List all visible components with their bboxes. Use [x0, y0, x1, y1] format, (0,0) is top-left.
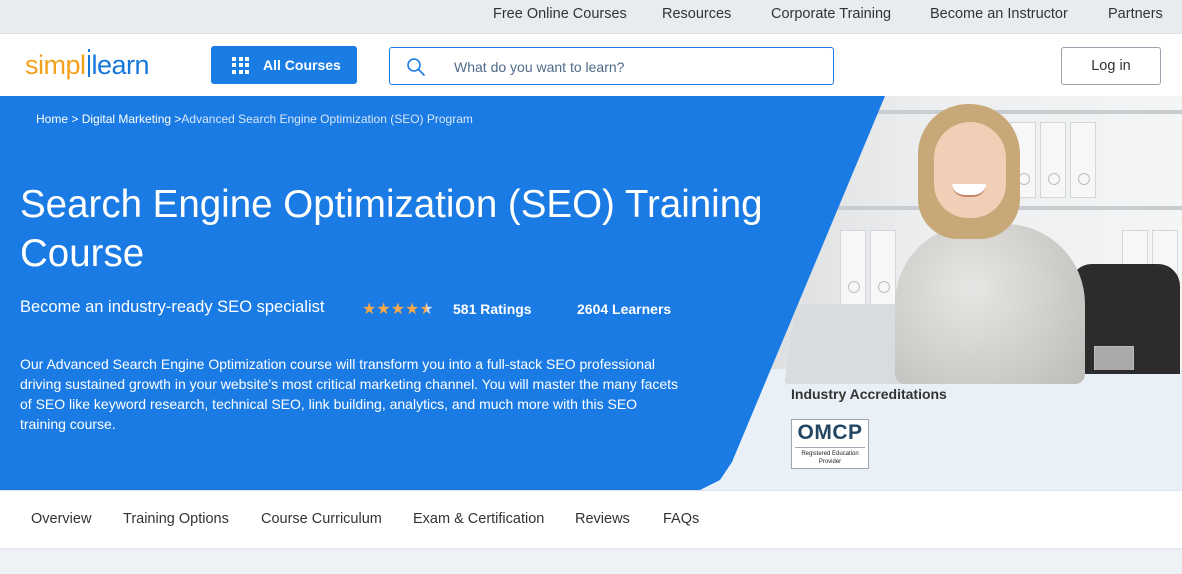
- star-icon: ★: [405, 301, 420, 318]
- omcp-badge: OMCP Registered Education Provider: [791, 419, 869, 469]
- ratings-count: 581 Ratings: [453, 301, 532, 317]
- topbar-link-become-an-instructor[interactable]: Become an Instructor: [930, 6, 1068, 22]
- simplilearn-logo[interactable]: simpl learn: [25, 48, 150, 82]
- course-hero: Home > Digital Marketing >Advanced Searc…: [0, 96, 1182, 490]
- star-icon: ★: [390, 301, 406, 318]
- topbar-link-partners[interactable]: Partners: [1108, 6, 1163, 22]
- breadcrumb-home[interactable]: Home: [36, 112, 68, 126]
- tab-faqs[interactable]: FAQs: [663, 511, 699, 527]
- logo-i-mark: [87, 49, 90, 77]
- star-icon: ★: [376, 301, 391, 318]
- search-icon: [407, 58, 425, 76]
- tab-overview[interactable]: Overview: [31, 511, 91, 527]
- all-courses-button[interactable]: All Courses: [211, 46, 357, 84]
- breadcrumb-digital-marketing[interactable]: Digital Marketing: [82, 112, 171, 126]
- breadcrumb-current: Advanced Search Engine Optimization (SEO…: [181, 112, 473, 126]
- course-title: Search Engine Optimization (SEO) Trainin…: [20, 183, 763, 275]
- omcp-badge-subtitle: Registered Education Provider: [795, 447, 865, 466]
- topbar-link-resources[interactable]: Resources: [662, 6, 731, 22]
- rating-stars: ★★★★★: [362, 299, 434, 319]
- logo-text-part1: simpl: [25, 50, 86, 80]
- all-courses-label: All Courses: [263, 57, 341, 73]
- course-subtitle: Become an industry-ready SEO specialist: [20, 298, 325, 316]
- tab-training-options[interactable]: Training Options: [123, 511, 229, 527]
- search-input[interactable]: [454, 57, 814, 77]
- accreditations-heading: Industry Accreditations: [791, 386, 947, 402]
- topbar-link-free-online-courses[interactable]: Free Online Courses: [493, 6, 627, 22]
- course-description: Our Advanced Search Engine Optimization …: [20, 356, 679, 432]
- search-box[interactable]: [389, 47, 834, 85]
- photo-person-body: [895, 224, 1085, 384]
- omcp-badge-title: OMCP: [797, 421, 863, 444]
- course-section-tabs: Overview Training Options Course Curricu…: [0, 490, 1182, 548]
- tab-reviews[interactable]: Reviews: [575, 511, 630, 527]
- breadcrumb: Home > Digital Marketing >Advanced Searc…: [36, 112, 473, 126]
- login-button[interactable]: Log in: [1061, 47, 1161, 85]
- learners-count: 2604 Learners: [577, 301, 672, 317]
- photo-glass: [1094, 346, 1134, 370]
- top-utility-bar: Free Online Courses Resources Corporate …: [0, 0, 1182, 34]
- tab-course-curriculum[interactable]: Course Curriculum: [261, 511, 382, 527]
- photo-person-face: [934, 122, 1006, 218]
- tab-exam-certification[interactable]: Exam & Certification: [413, 511, 544, 527]
- star-half-icon: ★: [419, 301, 434, 318]
- logo-text-part2: learn: [91, 50, 150, 80]
- topbar-link-corporate-training[interactable]: Corporate Training: [771, 6, 891, 22]
- breadcrumb-separator: >: [68, 112, 82, 126]
- main-header: simpllearn All Courses Log in: [0, 34, 1182, 96]
- star-icon: ★: [362, 301, 377, 318]
- grid-icon: [232, 56, 249, 74]
- breadcrumb-separator: >: [171, 112, 182, 126]
